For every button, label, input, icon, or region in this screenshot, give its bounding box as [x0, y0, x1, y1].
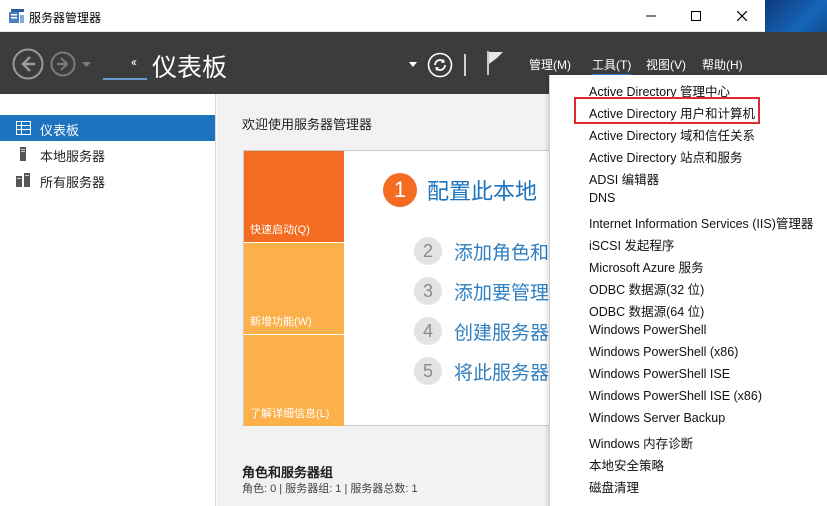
sidebar-item-label: 所有服务器 [40, 175, 106, 190]
close-icon [737, 11, 747, 21]
menu-manage[interactable]: 管理(M) [529, 56, 571, 73]
step-text: 添加角色和 [454, 242, 550, 264]
menu-item-powershell[interactable]: Windows PowerShell [550, 320, 827, 342]
menu-item-label: Active Directory 域和信任关系 [589, 129, 755, 143]
step-text: 配置此本地 [427, 179, 538, 204]
highlight-box [574, 97, 760, 124]
menu-item-odbc-32[interactable]: ODBC 数据源(32 位) [550, 276, 827, 298]
sidebar-item-label: 本地服务器 [40, 149, 106, 164]
step-text: 创建服务器 [454, 322, 550, 344]
sidebar-item-local-server[interactable]: 本地服务器 [0, 141, 215, 167]
step-configure-local-server[interactable]: 1 配置此本地 [383, 173, 537, 207]
header-separator [464, 54, 466, 76]
menu-item-label: Microsoft Azure 服务 [589, 261, 704, 275]
quick-start-panel: 快速启动(Q) 新增功能(W) 了解详细信息(L) 1 配置此本地 2 添加角色… [243, 150, 549, 426]
welcome-heading: 欢迎使用服务器管理器 [242, 117, 373, 132]
menu-item-label: ODBC 数据源(64 位) [589, 305, 705, 319]
sidebar-item-all-servers[interactable]: 所有服务器 [0, 167, 215, 193]
menu-item-label: Windows PowerShell [589, 323, 707, 337]
refresh-button[interactable] [427, 52, 453, 78]
step-add-servers[interactable]: 3 添加要管理 [414, 277, 549, 305]
history-dropdown-icon[interactable] [82, 62, 91, 67]
breadcrumb-underline [103, 78, 147, 80]
menu-item-memory-diagnostic[interactable]: Windows 内存诊断 [550, 430, 827, 452]
menu-item-powershell-ise-x86[interactable]: Windows PowerShell ISE (x86) [550, 386, 827, 408]
menu-item-label: Active Directory 站点和服务 [589, 151, 743, 165]
maximize-button[interactable] [673, 0, 719, 32]
menu-item-label: DNS [589, 191, 616, 205]
menu-item-label: Windows PowerShell (x86) [589, 345, 739, 359]
menu-item-odbc-64[interactable]: ODBC 数据源(64 位) [550, 298, 827, 320]
menu-item-label: ADSI 编辑器 [589, 173, 660, 187]
menu-view[interactable]: 视图(V) [646, 56, 686, 73]
menu-item-label: Windows PowerShell ISE (x86) [589, 389, 762, 403]
tile-quick-start[interactable]: 快速启动(Q) [244, 151, 344, 242]
menu-item-ad-sites-services[interactable]: Active Directory 站点和服务 [550, 144, 827, 166]
tile-learn-more[interactable]: 了解详细信息(L) [244, 335, 344, 426]
step-add-roles[interactable]: 2 添加角色和 [414, 237, 549, 265]
minimize-icon [646, 15, 656, 17]
breadcrumb-dropdown-icon[interactable] [409, 62, 417, 67]
menu-item-label: Windows PowerShell ISE [589, 367, 731, 381]
menu-item-ad-domains-trusts[interactable]: Active Directory 域和信任关系 [550, 122, 827, 144]
menu-item-local-security-policy[interactable]: 本地安全策略 [550, 452, 827, 474]
menu-item-disk-cleanup[interactable]: 磁盘清理 [550, 474, 827, 496]
server-icon [20, 147, 26, 161]
menu-item-label: iSCSI 发起程序 [589, 239, 675, 253]
title-bar: 服务器管理器 [0, 0, 765, 32]
server-manager-icon [9, 9, 24, 23]
tile-label: 了解详细信息(L) [250, 408, 330, 420]
sidebar: 仪表板 本地服务器 所有服务器 [0, 94, 216, 506]
tile-label: 快速启动(Q) [250, 224, 310, 236]
menu-item-powershell-ise[interactable]: Windows PowerShell ISE [550, 364, 827, 386]
step-number: 1 [383, 173, 417, 207]
roles-heading: 角色和服务器组 [242, 465, 334, 480]
breadcrumb-arrow: ‹‹ [131, 55, 137, 69]
step-create-server-group[interactable]: 4 创建服务器 [414, 317, 549, 345]
servers-icon [16, 173, 30, 187]
step-connect-cloud[interactable]: 5 将此服务器 [414, 357, 549, 385]
sidebar-item-label: 仪表板 [40, 123, 80, 138]
menu-help[interactable]: 帮助(H) [702, 56, 743, 73]
menu-item-label: 本地安全策略 [589, 459, 665, 473]
step-number: 5 [414, 357, 442, 385]
forward-button[interactable] [50, 51, 76, 77]
menu-item-iscsi-initiator[interactable]: iSCSI 发起程序 [550, 232, 827, 254]
tools-menu: Active Directory 管理中心 Active Directory 用… [549, 75, 827, 506]
minimize-button[interactable] [628, 0, 674, 32]
maximize-icon [691, 11, 701, 21]
window-title: 服务器管理器 [29, 11, 102, 25]
step-number: 3 [414, 277, 442, 305]
dashboard-icon [16, 121, 31, 135]
main-content: 欢迎使用服务器管理器 快速启动(Q) 新增功能(W) 了解详细信息(L) 1 配… [217, 94, 549, 506]
tile-label: 新增功能(W) [250, 316, 312, 328]
menu-item-powershell-x86[interactable]: Windows PowerShell (x86) [550, 342, 827, 364]
step-text: 添加要管理 [454, 282, 550, 304]
step-number: 2 [414, 237, 442, 265]
close-button[interactable] [719, 0, 765, 32]
menu-item-label: Internet Information Services (IIS)管理器 [589, 217, 814, 231]
menu-item-label: Windows Server Backup [589, 411, 726, 425]
page-title: 仪表板 [152, 54, 228, 82]
menu-item-server-backup[interactable]: Windows Server Backup [550, 408, 827, 430]
sidebar-item-dashboard[interactable]: 仪表板 [0, 115, 215, 141]
menu-item-label: 磁盘清理 [589, 481, 640, 495]
notifications-flag-icon[interactable] [485, 50, 505, 76]
tile-whats-new[interactable]: 新增功能(W) [244, 243, 344, 334]
menu-item-azure-services[interactable]: Microsoft Azure 服务 [550, 254, 827, 276]
back-button[interactable] [12, 48, 44, 80]
menu-item-dns[interactable]: DNS [550, 188, 827, 210]
menu-item-adsi-edit[interactable]: ADSI 编辑器 [550, 166, 827, 188]
menu-tools[interactable]: 工具(T) [592, 56, 632, 76]
menu-item-label: ODBC 数据源(32 位) [589, 283, 705, 297]
roles-summary: 角色: 0 | 服务器组: 1 | 服务器总数: 1 [242, 483, 418, 495]
menu-item-label: Windows 内存诊断 [589, 437, 694, 451]
menu-item-iis-manager[interactable]: Internet Information Services (IIS)管理器 [550, 210, 827, 232]
step-number: 4 [414, 317, 442, 345]
step-text: 将此服务器 [454, 362, 550, 384]
